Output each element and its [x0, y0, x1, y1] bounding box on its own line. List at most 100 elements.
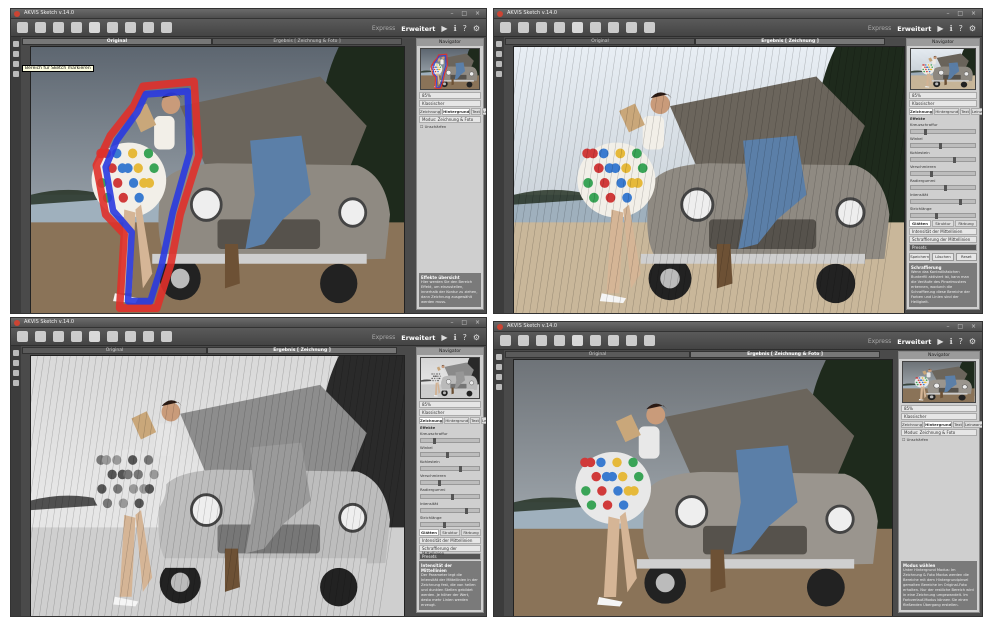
subtab-2[interactable]: Text: [470, 417, 480, 424]
hand-tool-icon[interactable]: [496, 61, 502, 67]
brush-tool-icon[interactable]: [13, 350, 19, 356]
parameter-slider[interactable]: [420, 452, 480, 458]
share-icon[interactable]: [71, 22, 82, 33]
subtab-1[interactable]: Hintergrund: [934, 108, 960, 115]
run-icon[interactable]: ▶: [937, 24, 943, 33]
open-icon[interactable]: [500, 335, 511, 346]
save-icon[interactable]: [518, 22, 529, 33]
run-icon[interactable]: ▶: [441, 333, 447, 342]
help-icon[interactable]: ?: [959, 24, 963, 33]
window-controls[interactable]: – □ ×: [450, 10, 483, 17]
window-controls[interactable]: – □ ×: [946, 10, 979, 17]
style-select[interactable]: Klassischer: [419, 100, 481, 107]
mode-select[interactable]: Modus: Zeichnung & Foto: [901, 429, 977, 436]
info-icon[interactable]: ℹ: [950, 24, 953, 33]
share-icon[interactable]: [554, 22, 565, 33]
slider-handle[interactable]: [432, 438, 436, 444]
zoom-field[interactable]: 85%: [901, 405, 977, 412]
share-icon[interactable]: [554, 335, 565, 346]
secondary-tab-2[interactable]: Färbung: [955, 220, 977, 227]
blur-checkbox[interactable]: ☐ Unschärfen: [902, 437, 976, 442]
mode-select[interactable]: Modus: Zeichnung & Foto: [419, 116, 481, 123]
subtab-3[interactable]: Leinwand: [480, 417, 486, 424]
subtab-2[interactable]: Text: [960, 108, 970, 115]
image-canvas[interactable]: [30, 355, 405, 616]
undo-icon[interactable]: [608, 335, 619, 346]
open-icon[interactable]: [17, 331, 28, 342]
print-icon[interactable]: [53, 22, 64, 33]
subtab-0[interactable]: Zeichnung: [419, 108, 442, 115]
slider-handle[interactable]: [459, 466, 463, 472]
zoom-tool-icon[interactable]: [496, 71, 502, 77]
image-canvas[interactable]: [30, 46, 405, 313]
batch-icon[interactable]: [89, 331, 100, 342]
navigator-thumbnail[interactable]: [909, 48, 977, 90]
mode-express-tab[interactable]: Express: [868, 338, 891, 345]
slider-handle[interactable]: [938, 143, 942, 149]
tab-result[interactable]: Ergebnis [ Zeichnung ]: [207, 347, 397, 354]
zoom-field[interactable]: 85%: [419, 401, 481, 408]
eraser-tool-icon[interactable]: [13, 51, 19, 57]
parameter-slider[interactable]: [910, 185, 976, 191]
subtab-3[interactable]: Leinwand: [963, 421, 982, 428]
image-canvas[interactable]: [513, 46, 905, 313]
print-icon[interactable]: [53, 331, 64, 342]
zoom-tool-icon[interactable]: [496, 384, 502, 390]
mode-advanced-tab[interactable]: Erweitert: [401, 334, 435, 342]
eraser-tool-icon[interactable]: [13, 360, 19, 366]
print-icon[interactable]: [536, 335, 547, 346]
print-icon[interactable]: [536, 22, 547, 33]
subtab-1[interactable]: Hintergrund: [442, 108, 471, 115]
help-icon[interactable]: ?: [959, 337, 963, 346]
tab-original[interactable]: Original: [22, 38, 212, 45]
hand-tool-icon[interactable]: [496, 374, 502, 380]
parameter-slider[interactable]: [420, 522, 480, 528]
batch-icon[interactable]: [572, 335, 583, 346]
preset-button-0[interactable]: Speichern: [909, 253, 931, 261]
slider-handle[interactable]: [464, 508, 468, 514]
parameter-slider[interactable]: [420, 508, 480, 514]
preferences-icon[interactable]: [107, 22, 118, 33]
tab-original[interactable]: Original: [505, 351, 690, 358]
redo-icon[interactable]: [143, 331, 154, 342]
save-icon[interactable]: [518, 335, 529, 346]
settings-icon[interactable]: ⚙: [473, 333, 480, 342]
batch-icon[interactable]: [89, 22, 100, 33]
secondary-tab-1[interactable]: Struktur: [440, 529, 460, 536]
mode-express-tab[interactable]: Express: [868, 25, 891, 32]
redo-icon[interactable]: [626, 335, 637, 346]
slider-handle[interactable]: [443, 522, 447, 528]
share-icon[interactable]: [71, 331, 82, 342]
mode-express-tab[interactable]: Express: [372, 25, 395, 32]
image-canvas[interactable]: [513, 359, 893, 616]
tab-result[interactable]: Ergebnis [ Zeichnung ]: [695, 38, 885, 45]
zoom-field[interactable]: 85%: [419, 92, 481, 99]
parameter-slider[interactable]: [420, 438, 480, 444]
secondary-tab-1[interactable]: Struktur: [932, 220, 954, 227]
brush-tool-icon[interactable]: [496, 41, 502, 47]
camera-icon[interactable]: [644, 22, 655, 33]
slider-handle[interactable]: [923, 129, 927, 135]
undo-icon[interactable]: [608, 22, 619, 33]
subtab-3[interactable]: Leinwand: [970, 108, 982, 115]
help-icon[interactable]: ?: [463, 333, 467, 342]
mode-advanced-tab[interactable]: Erweitert: [897, 338, 931, 346]
mode-advanced-tab[interactable]: Erweitert: [401, 25, 435, 33]
parameter-slider[interactable]: [910, 157, 976, 163]
parameter-slider[interactable]: [910, 129, 976, 135]
subtab-2[interactable]: Text: [953, 421, 963, 428]
subtab-0[interactable]: Zeichnung: [419, 417, 444, 424]
mode-express-tab[interactable]: Express: [372, 334, 395, 341]
parameter-slider[interactable]: [910, 199, 976, 205]
redo-icon[interactable]: [143, 22, 154, 33]
preferences-icon[interactable]: [590, 22, 601, 33]
style-select[interactable]: Klassischer: [909, 100, 977, 107]
slider-handle[interactable]: [451, 494, 455, 500]
preset-button-2[interactable]: Reset: [955, 253, 977, 261]
option-field[interactable]: Schraffierung der Mittellinien: [909, 236, 977, 243]
hand-tool-icon[interactable]: [13, 370, 19, 376]
camera-icon[interactable]: [161, 22, 172, 33]
window-controls[interactable]: – □ ×: [946, 323, 979, 330]
secondary-tab-0[interactable]: Glätten: [909, 220, 931, 227]
subtab-0[interactable]: Zeichnung: [901, 421, 924, 428]
